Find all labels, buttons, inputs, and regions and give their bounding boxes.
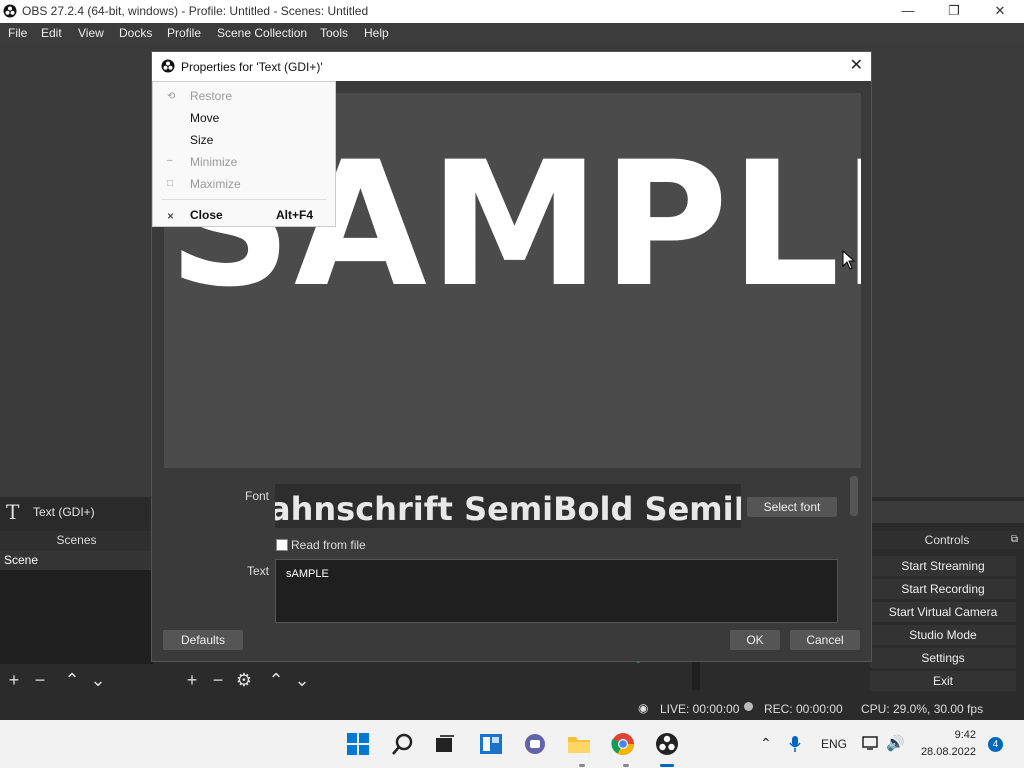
- window-system-menu: ⟲ Restore Move Size – Minimize □ Maximiz…: [152, 81, 336, 227]
- font-display: ahnschrift SemiBold SemiBo: [275, 484, 741, 528]
- scenes-dock-header: Scenes: [0, 531, 153, 549]
- obs-logo-icon: [161, 59, 175, 73]
- volume-icon[interactable]: 🔊: [886, 734, 905, 752]
- close-shortcut: Alt+F4: [276, 208, 314, 222]
- maximize-icon: □: [167, 178, 174, 189]
- remove-source-icon[interactable]: −: [208, 670, 228, 690]
- menu-bar: File Edit View Docks Profile Scene Colle…: [0, 23, 1024, 45]
- selected-source-label: Text (GDI+): [33, 505, 95, 519]
- rec-indicator-icon: [744, 702, 753, 711]
- cpu-fps: CPU: 29.0%, 30.00 fps: [861, 702, 984, 716]
- language-indicator[interactable]: ENG: [821, 737, 847, 751]
- obs-logo-icon: [3, 4, 17, 18]
- menu-help[interactable]: Help: [364, 26, 389, 40]
- notification-badge[interactable]: 4: [988, 737, 1003, 752]
- move-scene-down-icon[interactable]: ⌄: [88, 670, 108, 690]
- select-font-button[interactable]: Select font: [747, 497, 837, 517]
- exit-button[interactable]: Exit: [870, 671, 1016, 691]
- menu-profile[interactable]: Profile: [167, 26, 201, 40]
- network-icon[interactable]: [862, 735, 880, 751]
- dialog-close-button[interactable]: ✕: [850, 55, 863, 75]
- scene-item[interactable]: Scene: [0, 550, 153, 570]
- source-properties-strip: [872, 501, 1024, 523]
- controls-dock: Start Streaming Start Recording Start Vi…: [870, 531, 1024, 693]
- font-name: ahnschrift SemiBold SemiBo: [275, 490, 741, 528]
- chrome-icon[interactable]: [611, 732, 635, 756]
- add-scene-icon[interactable]: +: [4, 670, 24, 690]
- windows-taskbar: ⌃ ENG 🔊 9:42 28.08.2022 4: [0, 720, 1024, 768]
- running-app-indicator: [623, 764, 629, 767]
- text-source-icon: T: [6, 500, 20, 524]
- source-properties-icon[interactable]: ⚙: [234, 670, 254, 690]
- move-source-down-icon[interactable]: ⌄: [292, 670, 312, 690]
- menu-minimize[interactable]: Minimize: [190, 155, 237, 169]
- ok-button[interactable]: OK: [730, 630, 780, 650]
- rec-timer: REC: 00:00:00: [764, 702, 843, 716]
- minimize-icon: –: [167, 155, 173, 166]
- cancel-button[interactable]: Cancel: [790, 630, 860, 650]
- close-icon: ×: [167, 209, 175, 223]
- start-virtual-camera-button[interactable]: Start Virtual Camera: [870, 602, 1016, 622]
- running-app-indicator: [579, 764, 585, 767]
- move-source-up-icon[interactable]: ⌃: [266, 670, 286, 690]
- search-icon[interactable]: [391, 732, 415, 756]
- mouse-cursor-icon: [842, 250, 856, 270]
- text-label: Text: [247, 564, 270, 578]
- tray-chevron-icon[interactable]: ⌃: [760, 735, 772, 752]
- menu-restore[interactable]: Restore: [190, 89, 232, 103]
- menu-separator: [161, 199, 327, 200]
- menu-maximize[interactable]: Maximize: [190, 177, 241, 191]
- window-titlebar: OBS 27.2.4 (64-bit, windows) - Profile: …: [0, 0, 1024, 23]
- settings-button[interactable]: Settings: [870, 648, 1016, 668]
- status-bar: ◉ LIVE: 00:00:00 REC: 00:00:00 CPU: 29.0…: [0, 696, 1024, 720]
- task-view-icon[interactable]: [433, 732, 457, 756]
- menu-scene-collection[interactable]: Scene Collection: [217, 26, 307, 40]
- studio-mode-button[interactable]: Studio Mode: [870, 625, 1016, 645]
- live-timer: LIVE: 00:00:00: [660, 702, 740, 716]
- read-from-file-checkbox[interactable]: [276, 539, 288, 551]
- live-icon: ◉: [638, 701, 649, 715]
- text-input[interactable]: sAMPLE: [275, 559, 838, 623]
- menu-docks[interactable]: Docks: [119, 26, 152, 40]
- file-explorer-icon[interactable]: [567, 732, 591, 756]
- start-recording-button[interactable]: Start Recording: [870, 579, 1016, 599]
- teams-chat-icon[interactable]: [523, 732, 547, 756]
- read-from-file-label: Read from file: [291, 538, 366, 552]
- font-label: Font: [245, 489, 270, 503]
- text-value: sAMPLE: [286, 568, 329, 580]
- remove-scene-icon[interactable]: −: [30, 670, 50, 690]
- active-app-indicator: [660, 764, 674, 767]
- scenes-list: Scene: [0, 550, 153, 664]
- microphone-icon[interactable]: [788, 735, 802, 753]
- defaults-button[interactable]: Defaults: [163, 630, 243, 650]
- clock-date[interactable]: 28.08.2022: [915, 746, 976, 758]
- widgets-icon[interactable]: [479, 732, 503, 756]
- dialog-title: Properties for 'Text (GDI+)': [181, 60, 323, 74]
- menu-size[interactable]: Size: [190, 133, 213, 147]
- menu-move[interactable]: Move: [190, 111, 219, 125]
- maximize-button[interactable]: ❐: [931, 0, 977, 23]
- move-scene-up-icon[interactable]: ⌃: [62, 670, 82, 690]
- restore-icon: ⟲: [167, 91, 176, 102]
- sources-toolbar: + − ⚙ ⌃ ⌄: [178, 666, 350, 694]
- menu-tools[interactable]: Tools: [320, 26, 348, 40]
- menu-view[interactable]: View: [78, 26, 104, 40]
- menu-close[interactable]: Close: [190, 208, 223, 222]
- scenes-toolbar: + − ⌃ ⌄: [0, 666, 174, 694]
- menu-edit[interactable]: Edit: [41, 26, 62, 40]
- start-icon[interactable]: [346, 732, 370, 756]
- dialog-scrollbar[interactable]: [850, 476, 858, 516]
- add-source-icon[interactable]: +: [182, 670, 202, 690]
- dialog-titlebar: Properties for 'Text (GDI+)' ✕: [152, 52, 871, 81]
- window-title: OBS 27.2.4 (64-bit, windows) - Profile: …: [22, 4, 369, 18]
- start-streaming-button[interactable]: Start Streaming: [870, 556, 1016, 576]
- obs-taskbar-icon[interactable]: [655, 732, 679, 756]
- menu-file[interactable]: File: [8, 26, 27, 40]
- minimize-button[interactable]: —: [885, 0, 931, 23]
- clock-time[interactable]: 9:42: [926, 729, 976, 741]
- close-window-button[interactable]: ✕: [977, 0, 1023, 23]
